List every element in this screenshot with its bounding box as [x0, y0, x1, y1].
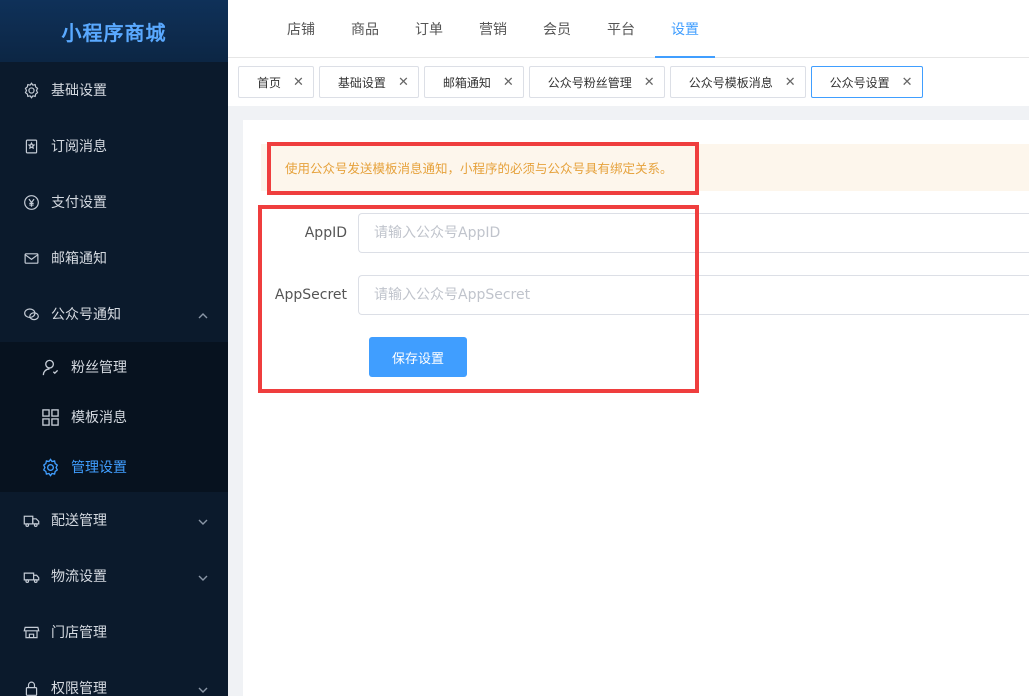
- tab-shop[interactable]: 店铺: [271, 0, 331, 57]
- tag-label: 公众号模板消息: [688, 75, 773, 90]
- tab-marketing[interactable]: 营销: [463, 0, 523, 57]
- close-icon[interactable]: ✕: [293, 75, 304, 90]
- tag-home[interactable]: 首页 ✕: [238, 66, 314, 98]
- close-icon[interactable]: ✕: [503, 75, 514, 90]
- sidebar-item-label: 公众号通知: [51, 307, 121, 323]
- alert-text: 使用公众号发送模板消息通知，小程序的必须与公众号具有绑定关系。: [285, 161, 673, 176]
- sidebar-item-logistics[interactable]: 物流设置: [0, 548, 228, 604]
- sidebar-item-label: 权限管理: [51, 681, 107, 696]
- sidebar-subitem-manage-settings[interactable]: 管理设置: [0, 442, 228, 492]
- tab-settings[interactable]: 设置: [655, 0, 715, 58]
- tag-label: 公众号设置: [829, 75, 890, 90]
- mail-icon: [22, 249, 40, 267]
- sidebar-item-subscription[interactable]: 订阅消息: [0, 118, 228, 174]
- close-icon[interactable]: ✕: [644, 75, 655, 90]
- sidebar-subitem-label: 管理设置: [71, 460, 127, 476]
- tag-fans-manage[interactable]: 公众号粉丝管理 ✕: [528, 66, 665, 98]
- appsecret-input[interactable]: [358, 275, 1029, 315]
- store-icon: [22, 623, 40, 641]
- warning-alert: 使用公众号发送模板消息通知，小程序的必须与公众号具有绑定关系。: [261, 144, 1029, 191]
- bookmark-icon: [22, 137, 40, 155]
- tag-basic-settings[interactable]: 基础设置 ✕: [318, 66, 419, 98]
- tab-goods[interactable]: 商品: [335, 0, 395, 57]
- wechat-icon: [22, 305, 40, 323]
- tag-label: 首页: [257, 75, 282, 90]
- close-icon[interactable]: ✕: [398, 75, 409, 90]
- chevron-down-icon[interactable]: [198, 571, 208, 581]
- close-icon[interactable]: ✕: [902, 75, 913, 90]
- tab-platform[interactable]: 平台: [591, 0, 651, 57]
- tag-label: 基础设置: [337, 75, 386, 90]
- tags-bar: 首页 ✕ 基础设置 ✕ 邮箱通知 ✕ 公众号粉丝管理 ✕ 公众号模板消息 ✕ 公…: [228, 58, 1029, 106]
- sidebar-item-label: 门店管理: [51, 625, 107, 641]
- tag-label: 公众号粉丝管理: [547, 75, 632, 90]
- sidebar-item-label: 物流设置: [51, 569, 107, 585]
- tag-wechat-settings[interactable]: 公众号设置 ✕: [810, 66, 923, 98]
- grid-icon: [40, 407, 60, 427]
- sidebar-item-email[interactable]: 邮箱通知: [0, 230, 228, 286]
- chevron-down-icon[interactable]: [198, 683, 208, 693]
- sidebar-subitem-label: 模板消息: [71, 410, 127, 426]
- sidebar-item-label: 基础设置: [51, 83, 107, 99]
- tag-template-msg[interactable]: 公众号模板消息 ✕: [669, 66, 806, 98]
- sidebar: 小程序商城 基础设置 订阅消息 支付设置 邮箱通知 公众号通知 粉丝管理 模板消…: [0, 0, 228, 696]
- chevron-down-icon[interactable]: [198, 515, 208, 525]
- sidebar-item-basic-settings[interactable]: 基础设置: [0, 62, 228, 118]
- tag-email-notify[interactable]: 邮箱通知 ✕: [423, 66, 524, 98]
- save-button[interactable]: 保存设置: [369, 337, 467, 377]
- appid-input[interactable]: [358, 213, 1029, 253]
- tag-label: 邮箱通知: [442, 75, 491, 90]
- yuan-icon: [22, 193, 40, 211]
- form-row-appsecret: AppSecret: [243, 275, 1029, 315]
- top-nav: 店铺 商品 订单 营销 会员 平台 设置: [228, 0, 1029, 58]
- app-logo: 小程序商城: [0, 0, 228, 62]
- delivery-icon: [22, 511, 40, 529]
- sidebar-item-payment[interactable]: 支付设置: [0, 174, 228, 230]
- sidebar-subitem-fans[interactable]: 粉丝管理: [0, 342, 228, 392]
- sidebar-item-label: 订阅消息: [51, 139, 107, 155]
- sidebar-item-store[interactable]: 门店管理: [0, 604, 228, 660]
- sidebar-item-delivery[interactable]: 配送管理: [0, 492, 228, 548]
- sidebar-item-permission[interactable]: 权限管理: [0, 660, 228, 696]
- lock-icon: [22, 679, 40, 696]
- gear-icon: [22, 81, 40, 99]
- sidebar-item-label: 配送管理: [51, 513, 107, 529]
- sidebar-item-wechat-notify[interactable]: 公众号通知: [0, 286, 228, 342]
- form-row-appid: AppID: [243, 213, 1029, 253]
- user-icon: [40, 357, 60, 377]
- tab-members[interactable]: 会员: [527, 0, 587, 57]
- sidebar-item-label: 邮箱通知: [51, 251, 107, 267]
- chevron-up-icon[interactable]: [198, 309, 208, 319]
- appid-label: AppID: [304, 225, 347, 241]
- truck-icon: [22, 567, 40, 585]
- sidebar-subitem-template[interactable]: 模板消息: [0, 392, 228, 442]
- main-panel: 使用公众号发送模板消息通知，小程序的必须与公众号具有绑定关系。 AppID Ap…: [243, 120, 1029, 696]
- appsecret-label: AppSecret: [274, 287, 347, 303]
- submenu-wechat: 粉丝管理 模板消息 管理设置: [0, 342, 228, 492]
- gear-icon: [40, 457, 60, 477]
- sidebar-subitem-label: 粉丝管理: [71, 360, 127, 376]
- close-icon[interactable]: ✕: [785, 75, 796, 90]
- sidebar-item-label: 支付设置: [51, 195, 107, 211]
- tab-orders[interactable]: 订单: [399, 0, 459, 57]
